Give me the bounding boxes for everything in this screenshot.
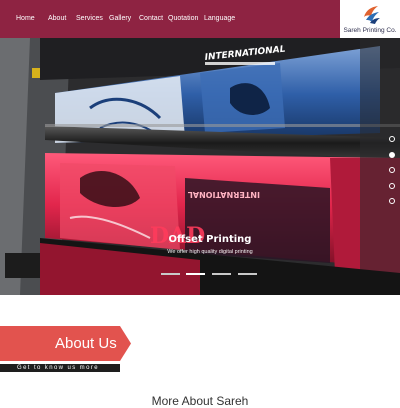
nav-home[interactable]: Home [16,14,35,24]
slide-indicator-1[interactable] [161,273,180,275]
slide-dot-4[interactable] [389,183,395,189]
slide-dot-5[interactable] [389,198,395,204]
nav-contact[interactable]: Contact [139,14,163,24]
slide-dot-3[interactable] [389,167,395,173]
slide-subtitle: We offer high quality digital printing [167,249,253,255]
slide-dot-1[interactable] [389,136,395,142]
hero-slider[interactable]: INTERNATIONAL INTERNATIONAL DAD Offset P… [0,38,400,295]
slide-indicator-2[interactable] [186,273,205,275]
svg-text:INTERNATIONAL: INTERNATIONAL [188,190,260,199]
logo-text: Sareh Printing Co. [343,27,397,34]
slide-dot-2[interactable] [389,152,395,158]
slide-title: Offset Printing [168,234,252,245]
about-tagline: Get to know us more [17,365,99,371]
nav-services[interactable]: Services [76,14,103,24]
about-title: About Us [55,335,117,352]
more-about-heading: More About Sareh [151,394,249,408]
nav-gallery[interactable]: Gallery [109,14,131,24]
slide-indicator-3[interactable] [212,273,231,275]
hero-image: INTERNATIONAL INTERNATIONAL DAD [0,38,400,295]
nav-language[interactable]: Language [204,14,235,24]
top-navbar: Home About Services Gallery Contact Quot… [0,0,340,38]
slide-indicator-4[interactable] [238,273,257,275]
about-tagline-bar: Get to know us more [0,364,120,372]
logo[interactable]: Sareh Printing Co. [340,0,400,38]
nav-quotation[interactable]: Quotation [168,14,198,24]
bird-logo-icon [364,6,380,24]
nav-about[interactable]: About [48,14,66,24]
